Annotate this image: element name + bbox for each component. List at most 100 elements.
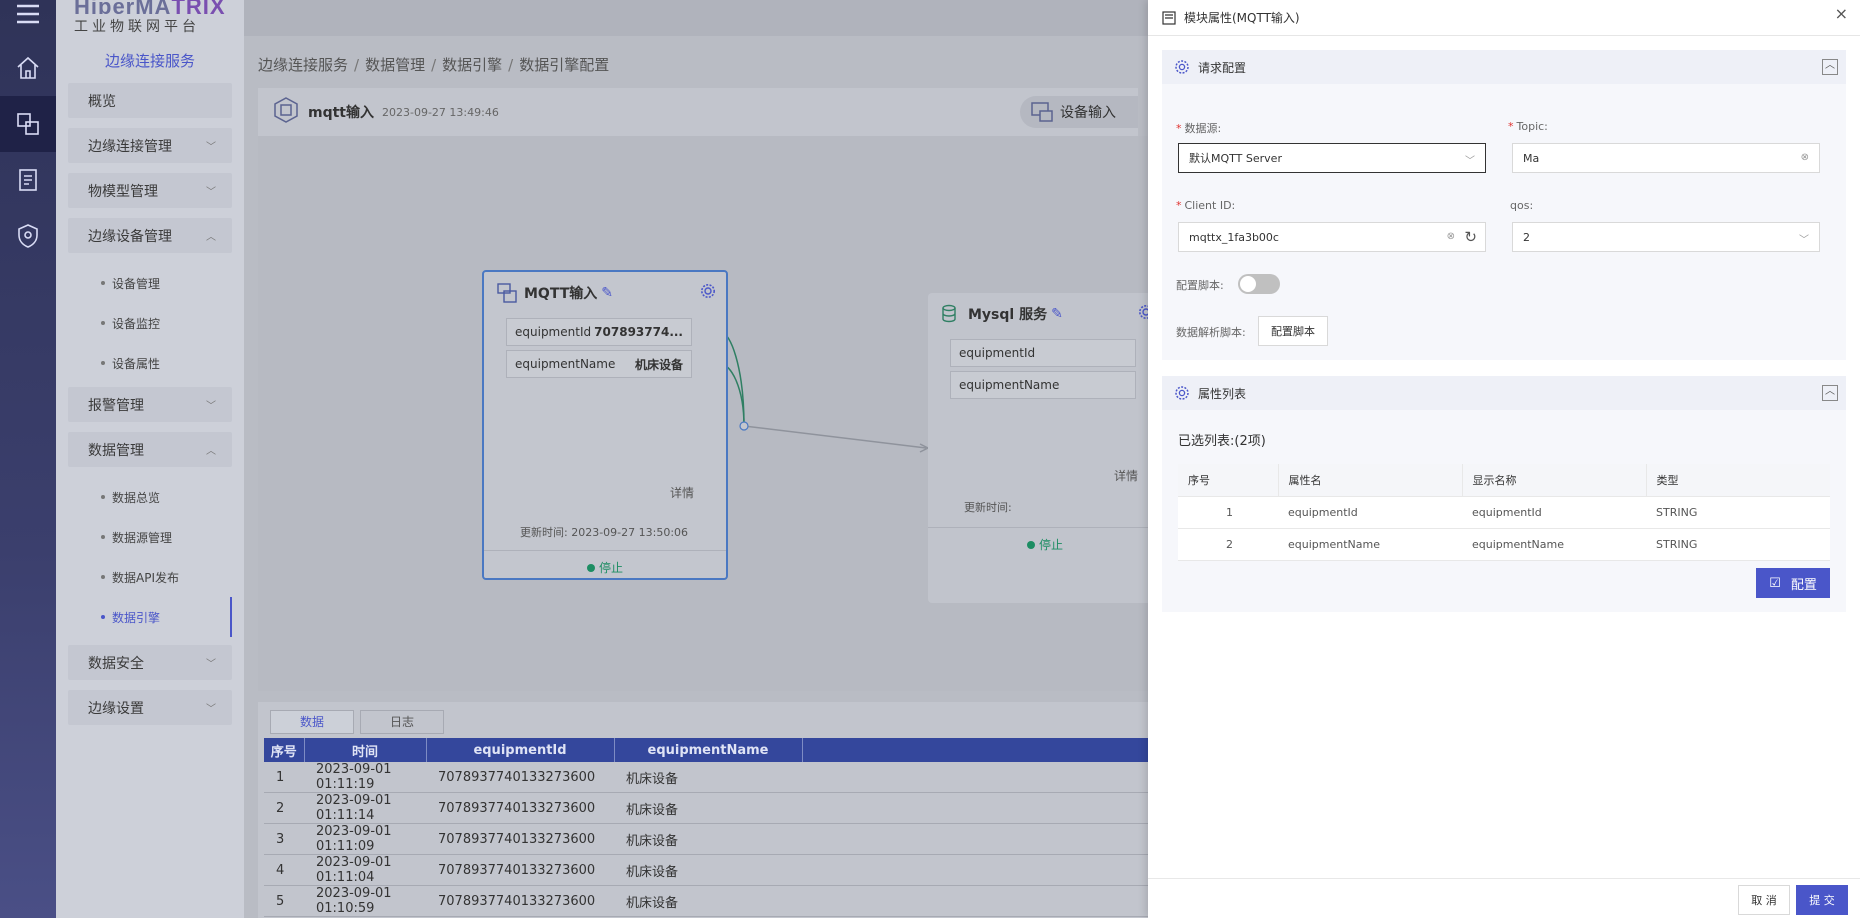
script-toggle[interactable] xyxy=(1238,274,1280,294)
document-icon[interactable] xyxy=(0,152,56,208)
mqtt-field-row: equipmentName 机床设备 xyxy=(506,350,692,378)
config-script-button[interactable]: 配置脚本 xyxy=(1258,316,1328,346)
mysql-updated: 更新时间: xyxy=(964,501,1012,514)
collapse-icon[interactable]: ︿ xyxy=(1822,385,1838,401)
breadcrumb-item[interactable]: 边缘连接服务 xyxy=(258,56,348,74)
mysql-field-row: equipmentName xyxy=(950,371,1136,399)
breadcrumb-item[interactable]: 数据管理 xyxy=(365,56,425,74)
status-dot xyxy=(586,564,595,572)
table-row[interactable]: 2 2023-09-01 01:11:14 7078937740133273600 机… xyxy=(264,792,1148,824)
breadcrumb-item[interactable]: 数据引擎 xyxy=(442,56,502,74)
menu-item-overview[interactable]: 概览 xyxy=(68,83,232,118)
selected-count: 已选列表:(2项) xyxy=(1178,434,1266,449)
shield-icon[interactable] xyxy=(0,208,56,264)
menu-sub-device-mgmt[interactable]: 设备管理 xyxy=(56,263,244,303)
table-row[interactable]: 3 2023-09-01 01:11:09 7078937740133273600 机… xyxy=(264,823,1148,855)
module-icon xyxy=(1162,10,1176,25)
request-config-header[interactable]: 请求配置 ︿ xyxy=(1162,50,1846,84)
drawer-header: 模块属性(MQTT输入) × xyxy=(1148,0,1860,36)
topic-input[interactable]: Ma ⊗ xyxy=(1512,143,1820,173)
tab-log[interactable]: 日志 xyxy=(360,710,444,734)
col-header: 序号 xyxy=(1178,464,1278,497)
side-menu: HiperMATRIX 工业物联网平台 边缘连接服务 概览 边缘连接管理 ﹀ 物模… xyxy=(56,0,244,918)
mqtt-field-row: equipmentId 707893774... xyxy=(506,318,692,346)
clear-icon[interactable]: ⊗ xyxy=(1447,231,1455,242)
menu-item-edge-device[interactable]: 边缘设备管理 ︿ xyxy=(68,218,232,253)
mysql-status[interactable]: 停止 xyxy=(928,527,1162,553)
datasource-select[interactable]: 默认MQTT Server ﹀ xyxy=(1178,143,1486,173)
edge-service-icon[interactable] xyxy=(0,96,56,152)
table-row[interactable]: 5 2023-09-01 01:10:59 7078937740133273600 机… xyxy=(264,885,1148,917)
flow-icon xyxy=(272,96,300,128)
brand-subtitle: 工业物联网平台 xyxy=(74,19,200,35)
config-icon: ☑ xyxy=(1769,575,1781,591)
tab-data[interactable]: 数据 xyxy=(270,710,354,734)
mqtt-detail-link[interactable]: 详情 xyxy=(670,484,694,501)
close-icon[interactable]: × xyxy=(1835,4,1848,23)
menu-sub-api[interactable]: 数据API发布 xyxy=(56,557,244,597)
mysql-node-title: Mysql 服务 xyxy=(968,307,1048,323)
mysql-detail-link[interactable]: 详情 xyxy=(1114,467,1138,484)
menu-item-alarm[interactable]: 报警管理 ﹀ xyxy=(68,387,232,422)
menu-sub-device-monitor[interactable]: 设备监控 xyxy=(56,303,244,343)
col-header: 显示名称 xyxy=(1461,464,1646,497)
edit-icon[interactable]: ✎ xyxy=(1051,306,1063,322)
mqtt-status[interactable]: 停止 xyxy=(484,550,726,576)
menu-sub-data-overview[interactable]: 数据总览 xyxy=(56,477,244,517)
menu-item-model[interactable]: 物模型管理 ﹀ xyxy=(68,173,232,208)
data-panel: 数据 日志 序号 时间 equipmentId equipmentName 12… xyxy=(258,702,1148,918)
chevron-down-icon: ﹀ xyxy=(206,401,216,412)
col-header: equipmentName xyxy=(614,738,803,762)
menu-sub-datasource[interactable]: 数据源管理 xyxy=(56,517,244,557)
menu-item-security[interactable]: 数据安全 ﹀ xyxy=(68,645,232,680)
home-icon[interactable] xyxy=(0,40,56,96)
menu-sub-device-attr[interactable]: 设备属性 xyxy=(56,343,244,383)
hamburger-menu-icon[interactable] xyxy=(0,0,56,30)
refresh-icon[interactable]: ↻ xyxy=(1464,228,1477,246)
topic-label: * Topic: xyxy=(1508,120,1548,133)
chevron-down-icon: ﹀ xyxy=(1799,235,1809,246)
table-row[interactable]: 1 2023-09-01 01:11:19 7078937740133273600 机… xyxy=(264,762,1148,793)
device-input-button[interactable]: 设备输入 xyxy=(1020,96,1138,128)
icon-rail xyxy=(0,0,56,918)
gear-icon[interactable] xyxy=(700,283,716,303)
clear-icon[interactable]: ⊗ xyxy=(1801,152,1809,163)
edit-icon[interactable]: ✎ xyxy=(601,285,613,301)
top-bar xyxy=(244,0,1148,36)
flow-canvas[interactable]: MQTT输入 ✎ equipmentId 707893774... equipme… xyxy=(258,136,1162,691)
table-row[interactable]: 2 equipmentName equipmentName STRING xyxy=(1178,528,1830,561)
table-row[interactable]: 1 equipmentId equipmentId STRING xyxy=(1178,496,1830,529)
brand-logo: HiperMATRIX 工业物联网平台 xyxy=(56,0,244,35)
module-properties-drawer: 模块属性(MQTT输入) × 请求配置 ︿ * 数据源: 默认MQTT Serve… xyxy=(1148,0,1860,918)
chevron-up-icon: ︿ xyxy=(206,446,216,457)
data-table: 序号 时间 equipmentId equipmentName 1 2023-09… xyxy=(264,738,1148,917)
mqtt-input-node[interactable]: MQTT输入 ✎ equipmentId 707893774... equipme… xyxy=(482,270,728,580)
cancel-button[interactable]: 取 消 xyxy=(1738,885,1790,915)
menu-sub-engine[interactable]: 数据引擎 xyxy=(56,597,232,637)
menu-item-edge-settings[interactable]: 边缘设置 ﹀ xyxy=(68,690,232,725)
gear-icon xyxy=(1175,386,1189,400)
menu-title: 边缘连接服务 xyxy=(104,52,195,70)
submit-button[interactable]: 提 交 xyxy=(1796,885,1848,915)
main-area: 边缘连接服务 / 数据管理 / 数据引擎 / 数据引擎配置 mqtt输入 2023-09-2… xyxy=(244,0,1162,918)
collapse-icon[interactable]: ︿ xyxy=(1822,59,1838,75)
attribute-table: 序号 属性名 显示名称 类型 1 equipmentId equipmentId ST… xyxy=(1178,464,1830,561)
menu-item-data[interactable]: 数据管理 ︿ xyxy=(68,432,232,467)
qos-label: qos: xyxy=(1510,199,1534,212)
config-attributes-button[interactable]: ☑ 配置 xyxy=(1756,568,1830,598)
menu-item-edge-connection[interactable]: 边缘连接管理 ﹀ xyxy=(68,128,232,163)
mysql-service-node[interactable]: Mysql 服务 ✎ equipmentId equipmentName 详情 … xyxy=(928,293,1162,603)
chevron-down-icon: ﹀ xyxy=(206,659,216,670)
flow-header: mqtt输入 2023-09-27 13:49:46 设备输入 xyxy=(258,88,1138,136)
breadcrumb: 边缘连接服务 / 数据管理 / 数据引擎 / 数据引擎配置 xyxy=(258,56,610,74)
col-header: 序号 xyxy=(264,738,305,762)
attribute-list-header[interactable]: 属性列表 ︿ xyxy=(1162,376,1846,410)
qos-select[interactable]: 2 ﹀ xyxy=(1512,222,1820,252)
gear-icon xyxy=(1175,60,1189,74)
chevron-down-icon: ﹀ xyxy=(1465,156,1475,167)
col-header: 属性名 xyxy=(1277,464,1462,497)
clientid-input[interactable]: mqttx_1fa3b00c ⊗ ↻ xyxy=(1178,222,1486,252)
chevron-down-icon: ﹀ xyxy=(206,142,216,153)
datasource-label: * 数据源: xyxy=(1176,122,1222,135)
table-row[interactable]: 4 2023-09-01 01:11:04 7078937740133273600 机… xyxy=(264,854,1148,886)
